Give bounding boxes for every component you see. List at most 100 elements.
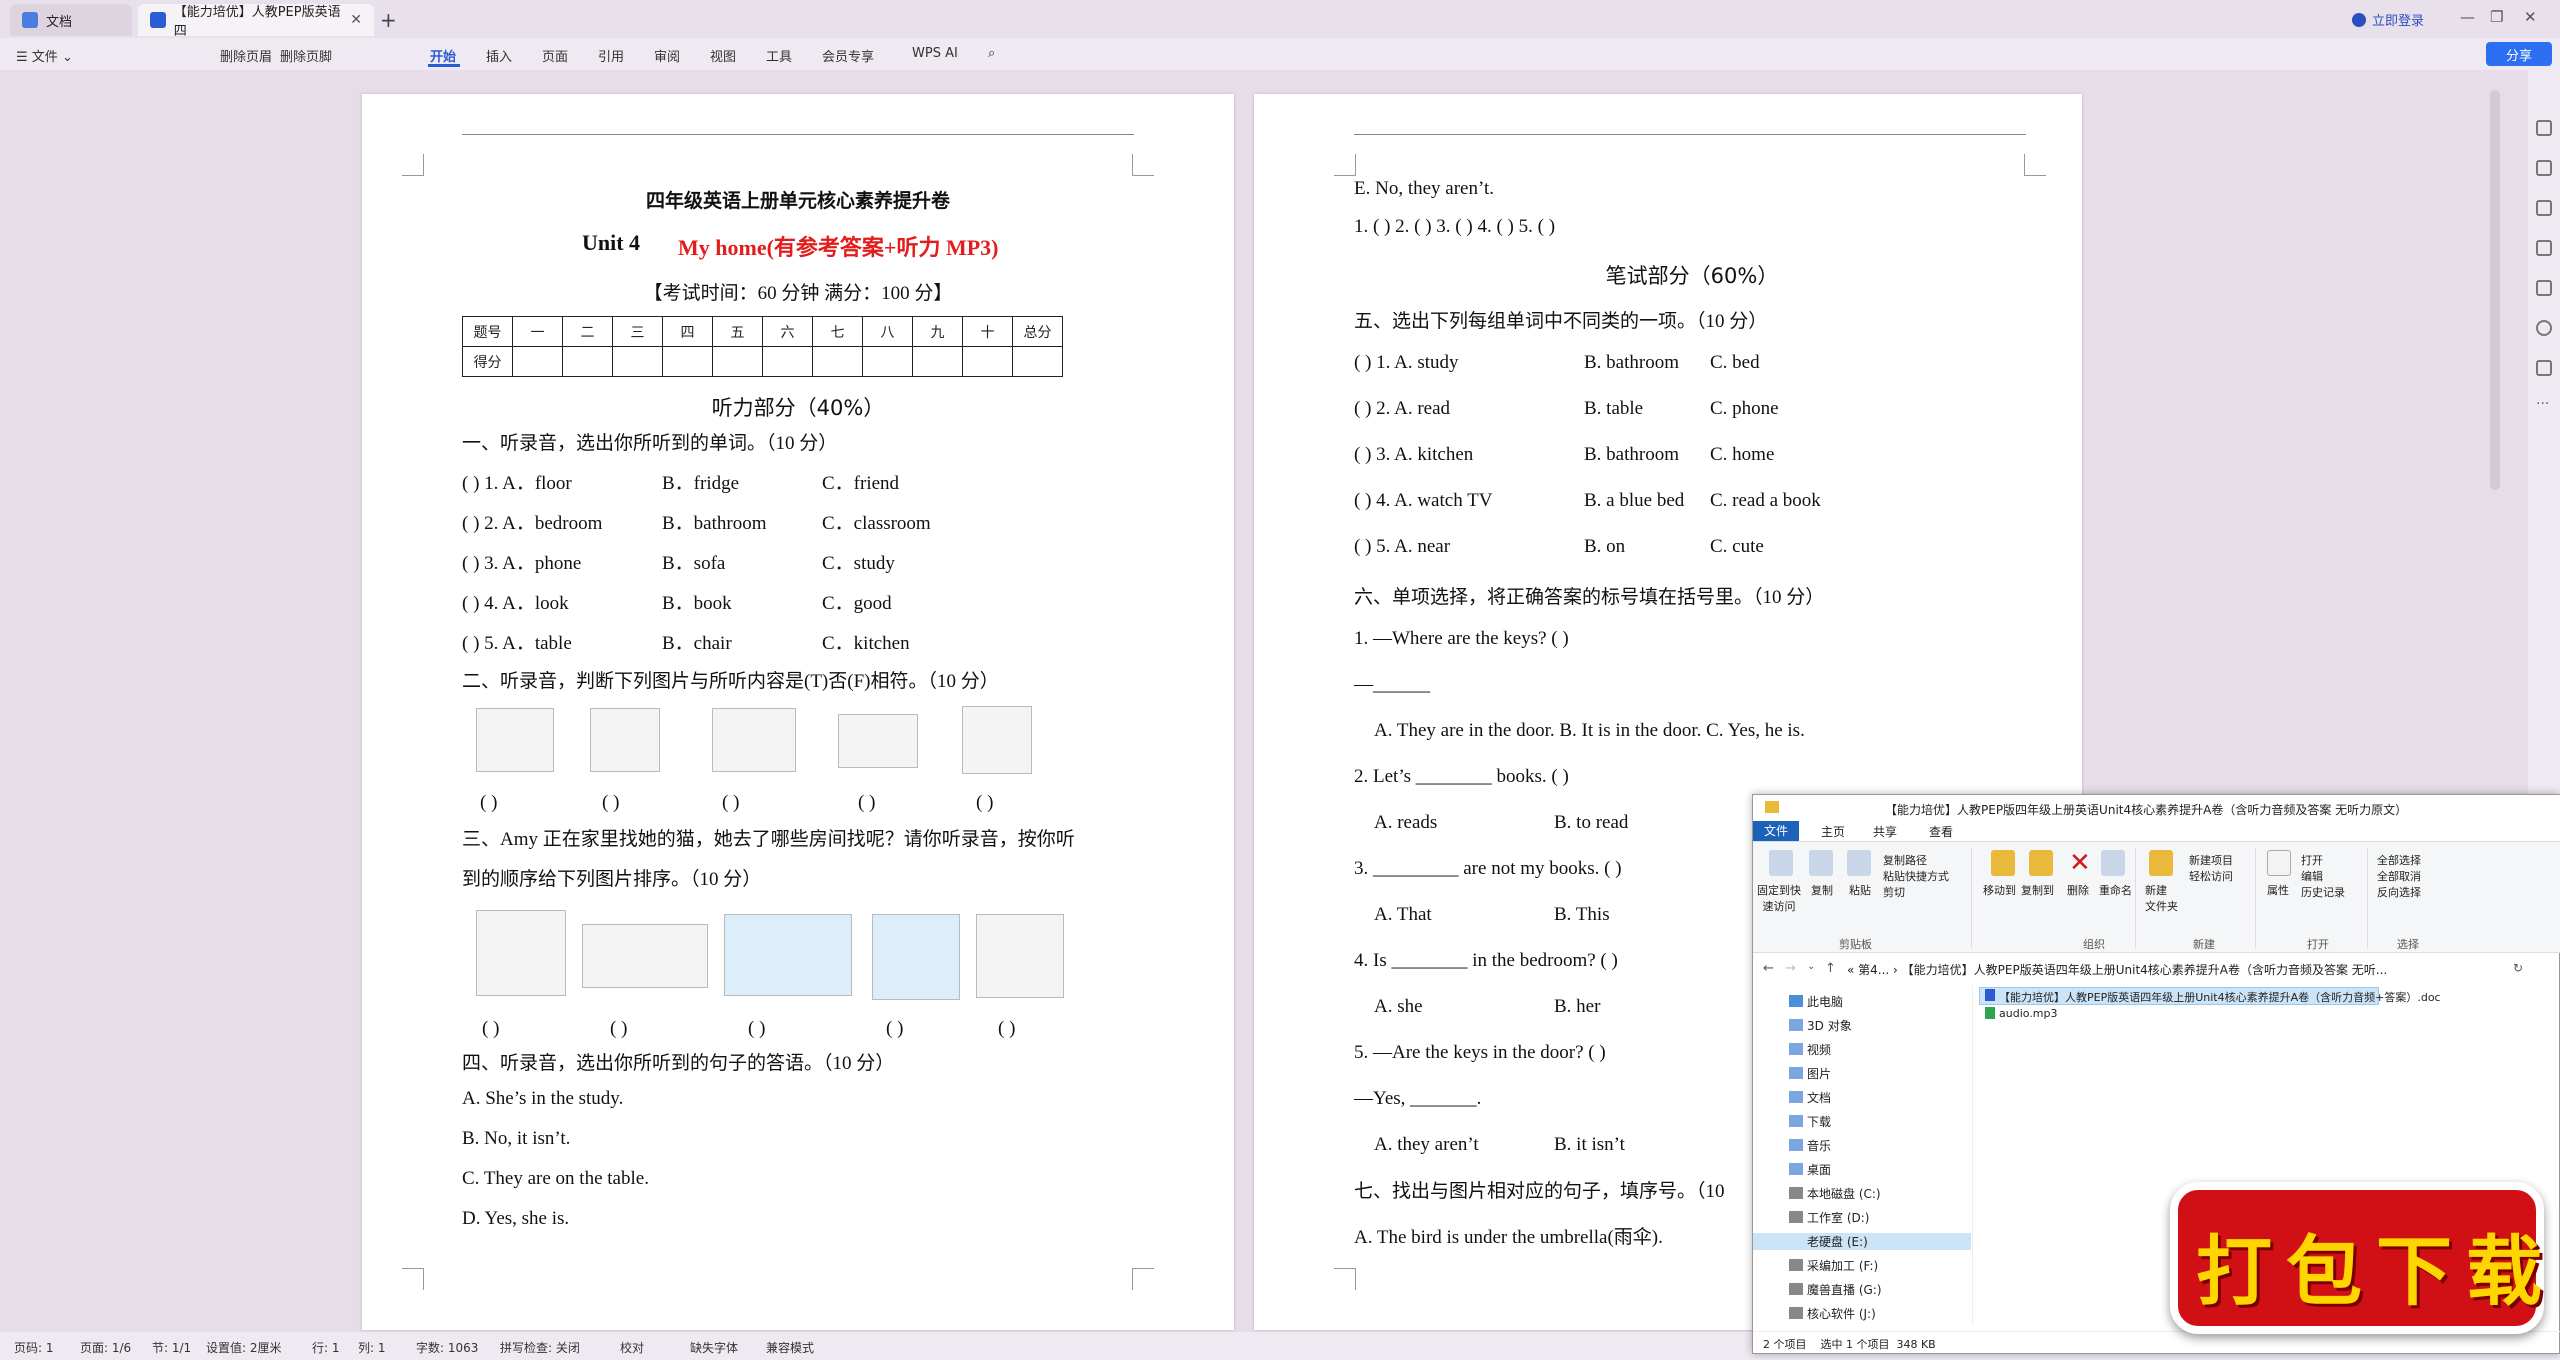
invert-selection-button[interactable]: 反向选择 bbox=[2377, 884, 2421, 900]
status-item[interactable]: 校对 bbox=[620, 1339, 644, 1356]
delete-icon[interactable]: ✕ bbox=[2069, 848, 2091, 878]
paste-shortcut-button[interactable]: 粘贴快捷方式 bbox=[1883, 868, 1949, 884]
new-tab-button[interactable]: + bbox=[380, 8, 397, 32]
rename-button[interactable]: 重命名 bbox=[2099, 882, 2132, 898]
tab-page[interactable]: 页面 bbox=[542, 46, 568, 65]
q5-option: B. a blue bed bbox=[1584, 490, 1685, 511]
nav-item[interactable]: 3D 对象 bbox=[1807, 1017, 1852, 1034]
copy-to-button[interactable]: 复制到 bbox=[2021, 882, 2054, 898]
login-button[interactable]: 立即登录 bbox=[2352, 10, 2424, 29]
nav-item[interactable]: 老硬盘 (E:) bbox=[1753, 1233, 1971, 1250]
explorer-tab-view[interactable]: 查看 bbox=[1929, 823, 1953, 840]
shirt-icon[interactable] bbox=[2536, 360, 2552, 376]
copy-path-button[interactable]: 复制路径 bbox=[1883, 852, 1927, 868]
vertical-scrollbar[interactable] bbox=[2490, 90, 2500, 490]
style-icon[interactable] bbox=[2536, 240, 2552, 256]
close-icon[interactable]: ✕ bbox=[350, 12, 362, 28]
back-arrow-icon[interactable]: ← bbox=[1763, 961, 1774, 976]
file-menu[interactable]: ☰ 文件 ⌄ bbox=[16, 46, 73, 65]
explorer-tab-file[interactable]: 文件 bbox=[1753, 821, 1799, 841]
status-item[interactable]: 缺失字体 bbox=[690, 1339, 738, 1356]
new-item-button[interactable]: 新建项目 bbox=[2189, 852, 2233, 868]
pin-button[interactable]: 固定到快 速访问 bbox=[1757, 882, 1801, 914]
refresh-icon[interactable]: ↻ bbox=[2513, 961, 2523, 975]
nav-item[interactable]: 音乐 bbox=[1807, 1137, 1831, 1154]
nav-item[interactable]: 此电脑 bbox=[1807, 993, 1843, 1010]
score-header-cell: 四 bbox=[662, 316, 713, 347]
nav-item[interactable]: 视频 bbox=[1807, 1041, 1831, 1058]
score-header-cell: 七 bbox=[812, 316, 863, 347]
tab-member[interactable]: 会员专享 bbox=[822, 46, 874, 65]
q6-line: A. they aren’t bbox=[1374, 1134, 1479, 1155]
copy-to-icon[interactable] bbox=[2029, 850, 2053, 876]
pin-icon[interactable] bbox=[1769, 850, 1793, 876]
score-cell bbox=[762, 346, 813, 377]
easy-access-button[interactable]: 轻松访问 bbox=[2189, 868, 2233, 884]
status-item[interactable]: 兼容模式 bbox=[766, 1339, 814, 1356]
new-folder-icon[interactable] bbox=[2149, 850, 2173, 876]
nav-item[interactable]: 桌面 bbox=[1807, 1161, 1831, 1178]
nav-item[interactable]: 核心软件 (J:) bbox=[1807, 1305, 1876, 1322]
nav-item[interactable]: 文档 bbox=[1807, 1089, 1831, 1106]
question-7: 七、找出与图片相对应的句子，填序号。（10 bbox=[1354, 1181, 1725, 1202]
address-bar[interactable]: ← → ⌄ ↑ « 第4... › 【能力培优】人教PEP版英语四年级上册Uni… bbox=[1753, 955, 2560, 983]
search-icon[interactable]: ⌕ bbox=[988, 46, 995, 61]
open-button[interactable]: 打开 bbox=[2301, 852, 2323, 868]
tab-home[interactable]: 开始 bbox=[430, 46, 456, 65]
minimize-icon[interactable]: — bbox=[2460, 8, 2475, 26]
properties-icon[interactable] bbox=[2267, 850, 2291, 876]
help-icon[interactable] bbox=[2536, 320, 2552, 336]
select-icon[interactable] bbox=[2536, 160, 2552, 176]
edit-icon[interactable] bbox=[2536, 120, 2552, 136]
copy-button[interactable]: 复制 bbox=[1811, 882, 1833, 898]
tools-icon[interactable] bbox=[2536, 280, 2552, 296]
cut-button[interactable]: 剪切 bbox=[1883, 884, 1905, 900]
forward-arrow-icon[interactable]: → bbox=[1785, 961, 1796, 976]
nav-item[interactable]: 下载 bbox=[1807, 1113, 1831, 1130]
settings-icon[interactable] bbox=[2536, 200, 2552, 216]
nav-item[interactable]: 工作室 (D:) bbox=[1807, 1209, 1869, 1226]
chevron-down-icon[interactable]: ⌄ bbox=[1807, 961, 1815, 972]
tab-insert[interactable]: 插入 bbox=[486, 46, 512, 65]
properties-button[interactable]: 属性 bbox=[2267, 882, 2289, 898]
nav-item[interactable]: 本地磁盘 (C:) bbox=[1807, 1185, 1881, 1202]
edit-button[interactable]: 编辑 bbox=[2301, 868, 2323, 884]
maximize-icon[interactable]: ❐ bbox=[2490, 8, 2503, 26]
wps-ai-button[interactable]: WPS AI bbox=[912, 46, 958, 61]
delete-header-button[interactable]: 删除页眉 bbox=[220, 46, 272, 65]
tab-documents[interactable]: 文档 bbox=[10, 4, 132, 36]
status-item[interactable]: 拼写检查: 关闭 bbox=[500, 1339, 580, 1356]
delete-button[interactable]: 删除 bbox=[2067, 882, 2089, 898]
rename-icon[interactable] bbox=[2101, 850, 2125, 876]
up-arrow-icon[interactable]: ↑ bbox=[1825, 961, 1836, 976]
select-none-button[interactable]: 全部取消 bbox=[2377, 868, 2421, 884]
share-button[interactable]: 分享 bbox=[2486, 42, 2552, 66]
explorer-tab-share[interactable]: 共享 bbox=[1873, 823, 1897, 840]
tab-view[interactable]: 视图 bbox=[710, 46, 736, 65]
paste-icon[interactable] bbox=[1847, 850, 1871, 876]
tab-current-doc[interactable]: 【能力培优】人教PEP版英语四 ✕ bbox=[138, 4, 374, 39]
explorer-tab-home[interactable]: 主页 bbox=[1821, 823, 1845, 840]
drive-folder-icon bbox=[1789, 1187, 1803, 1199]
q1-option: B．fridge bbox=[662, 473, 740, 494]
delete-footer-button[interactable]: 删除页脚 bbox=[280, 46, 332, 65]
file-item-doc[interactable]: 【能力培优】人教PEP版英语四年级上册Unit4核心素养提升A卷（含听力音频+答… bbox=[1999, 989, 2441, 1005]
nav-item[interactable]: 图片 bbox=[1807, 1065, 1831, 1082]
tab-tools[interactable]: 工具 bbox=[766, 46, 792, 65]
tab-references[interactable]: 引用 bbox=[598, 46, 624, 65]
history-button[interactable]: 历史记录 bbox=[2301, 884, 2345, 900]
drive-folder-icon bbox=[1789, 1067, 1803, 1079]
more-icon[interactable]: ··· bbox=[2536, 396, 2549, 412]
tab-review[interactable]: 审阅 bbox=[654, 46, 680, 65]
move-to-icon[interactable] bbox=[1991, 850, 2015, 876]
select-all-button[interactable]: 全部选择 bbox=[2377, 852, 2421, 868]
nav-item[interactable]: 采编加工 (F:) bbox=[1807, 1257, 1878, 1274]
file-item-audio[interactable]: audio.mp3 bbox=[1999, 1007, 2057, 1020]
paste-button[interactable]: 粘贴 bbox=[1849, 882, 1871, 898]
new-folder-button[interactable]: 新建 文件夹 bbox=[2145, 882, 2178, 914]
copy-icon[interactable] bbox=[1809, 850, 1833, 876]
nav-item[interactable]: 魔兽直播 (G:) bbox=[1807, 1281, 1882, 1298]
close-window-icon[interactable]: ✕ bbox=[2524, 8, 2537, 26]
move-to-button[interactable]: 移动到 bbox=[1983, 882, 2016, 898]
download-package-badge[interactable]: 打包下载 bbox=[2160, 1172, 2560, 1360]
